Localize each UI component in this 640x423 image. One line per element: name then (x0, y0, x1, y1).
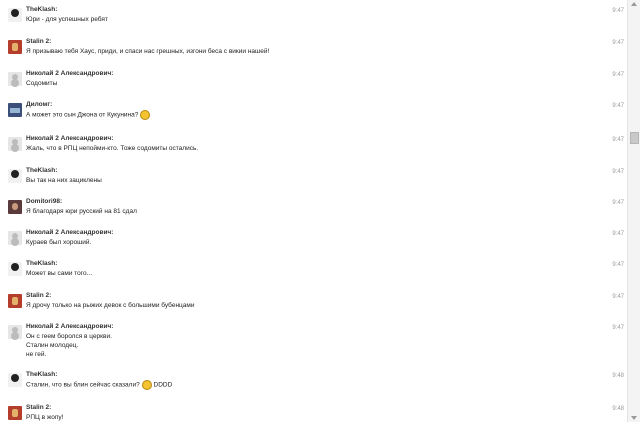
message-text-line: А может это сын Джона от Кукунина? (26, 111, 139, 119)
message-timestamp: 9:47 (612, 200, 624, 206)
message-timestamp: 9:47 (612, 8, 624, 14)
user-avatar[interactable] (8, 137, 22, 151)
smiley-icon (140, 110, 151, 120)
smiley-icon (141, 380, 152, 390)
user-avatar[interactable] (8, 406, 22, 420)
message-timestamp: 9:48 (612, 373, 624, 379)
user-avatar[interactable] (8, 169, 22, 183)
message-text: Я призываю тебя Хаус, приди, и спаси нас… (26, 48, 270, 55)
message-text: Может вы сами того... (26, 270, 93, 277)
message-timestamp: 9:47 (612, 231, 624, 237)
scroll-up-arrow-icon[interactable] (631, 2, 637, 6)
user-avatar[interactable] (8, 262, 22, 276)
message-author[interactable]: TheKlash: (26, 167, 57, 174)
message-timestamp: 9:47 (612, 103, 624, 109)
scrollbar-thumb[interactable] (630, 132, 639, 144)
message-timestamp: 9:48 (612, 406, 624, 412)
message-text: Сталин, что вы блин сейчас сказали? DDDD (26, 380, 172, 390)
message-timestamp: 9:47 (612, 137, 624, 143)
message-text-suffix: DDDD (153, 381, 173, 389)
message-author[interactable]: Николай 2 Александрович: (26, 70, 113, 77)
vertical-scrollbar[interactable] (627, 0, 640, 422)
message-text: Кураев был хороший. (26, 239, 92, 246)
message-author[interactable]: TheKlash: (26, 6, 57, 13)
chat-message-list: TheKlash: Юри - для успешных ребят 9:47 … (0, 0, 628, 422)
message-author[interactable]: TheKlash: (26, 260, 57, 267)
message-text: не гей. (26, 351, 47, 358)
message-text: Вы так на них зациклены (26, 177, 102, 184)
message-author[interactable]: Николай 2 Александрович: (26, 229, 113, 236)
message-text: А может это сын Джона от Кукунина? (26, 110, 151, 120)
message-timestamp: 9:47 (612, 169, 624, 175)
user-avatar[interactable] (8, 200, 22, 214)
user-avatar[interactable] (8, 294, 22, 308)
message-text: Я благодаря юри русский на 81 сдал (26, 208, 137, 215)
message-text: Жаль, что в РПЦ непойми-кто. Тоже содоми… (26, 145, 199, 152)
message-timestamp: 9:47 (612, 325, 624, 331)
message-author[interactable]: Николай 2 Александрович: (26, 323, 113, 330)
user-avatar[interactable] (8, 373, 22, 387)
message-timestamp: 9:47 (612, 294, 624, 300)
message-text: Юри - для успешных ребят (26, 16, 108, 23)
message-text: Содомиты (26, 80, 58, 87)
message-timestamp: 9:47 (612, 72, 624, 78)
message-author[interactable]: Диломг: (26, 101, 52, 108)
user-avatar[interactable] (8, 103, 22, 117)
message-timestamp: 9:47 (612, 262, 624, 268)
message-author[interactable]: TheKlash: (26, 371, 57, 378)
message-author[interactable]: Николай 2 Александрович: (26, 135, 113, 142)
message-timestamp: 9:47 (612, 40, 624, 46)
user-avatar[interactable] (8, 40, 22, 54)
message-text: Я дрочу только на рыжих девок с большими… (26, 302, 195, 309)
user-avatar[interactable] (8, 231, 22, 245)
message-text-line: Сталин, что вы блин сейчас сказали? (26, 381, 140, 389)
scroll-down-arrow-icon[interactable] (631, 416, 637, 420)
message-author[interactable]: Domitori98: (26, 198, 62, 205)
message-author[interactable]: Stalin 2: (26, 38, 51, 45)
message-author[interactable]: Stalin 2: (26, 404, 51, 411)
user-avatar[interactable] (8, 8, 22, 22)
user-avatar[interactable] (8, 72, 22, 86)
message-author[interactable]: Stalin 2: (26, 292, 51, 299)
message-text: РПЦ в жопу! (26, 414, 64, 421)
user-avatar[interactable] (8, 325, 22, 339)
